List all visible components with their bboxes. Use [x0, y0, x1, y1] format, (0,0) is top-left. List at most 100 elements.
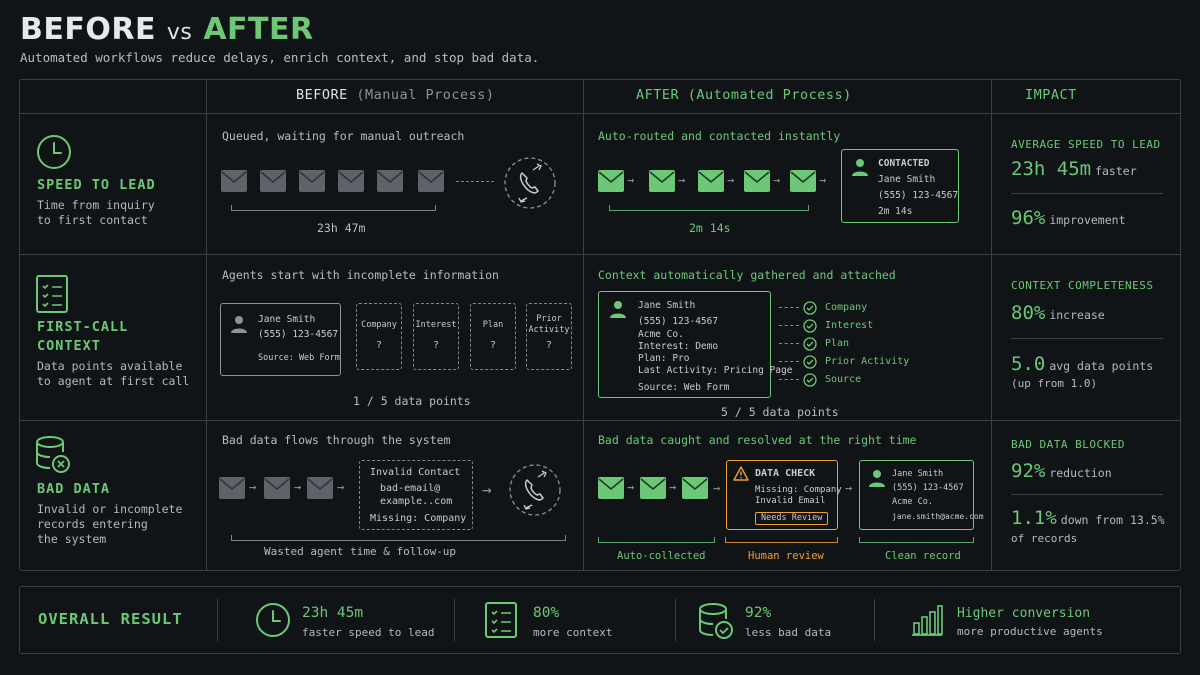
impact-speed-1: 23h 45m faster [1011, 158, 1137, 180]
clock-icon [256, 603, 290, 637]
impact-bad-1: 92% reduction [1011, 460, 1112, 482]
impact-context-label: CONTEXT COMPLETENESS [1011, 279, 1154, 292]
row-title-context-1: FIRST-CALL [37, 319, 129, 335]
row-title-bad: BAD DATA [37, 481, 111, 497]
envelope-icon [221, 170, 247, 192]
row-title-speed: SPEED TO LEAD [37, 177, 156, 193]
person-icon [610, 301, 626, 318]
envelope-icon [260, 170, 286, 192]
contacted-card: CONTACTED Jane Smith (555) 123-4567 2m 1… [841, 149, 959, 223]
person-icon [231, 316, 247, 333]
arrow-icon: → [482, 480, 492, 499]
title-before: BEFORE [20, 12, 156, 47]
speed-after-caption: Auto-routed and contacted instantly [598, 129, 841, 143]
arrow-icon: → [819, 173, 827, 187]
missing-field-box: Plan? [470, 303, 516, 370]
before-contact-card: Jane Smith (555) 123-4567 Source: Web Fo… [220, 303, 341, 376]
wasted-bracket [231, 535, 566, 541]
gathered-field-row: Prior Activity [779, 351, 909, 370]
missing-field-label: Prior Activity [528, 314, 570, 335]
stage-auto-collected: Auto-collected [617, 550, 706, 562]
check-circle-icon [803, 300, 817, 315]
overall-value-3: 92% [745, 605, 772, 621]
check-circle-icon [803, 354, 817, 369]
missing-field-value: ? [376, 340, 382, 351]
arrow-icon: → [727, 173, 735, 187]
stage-bracket-3 [859, 537, 974, 543]
gathered-field-row: Plan [779, 333, 849, 352]
warning-icon [733, 466, 749, 481]
person-icon [852, 159, 868, 176]
envelope-icon [377, 170, 403, 192]
missing-field-box: Prior Activity? [526, 303, 572, 370]
row-desc-context: Data points available to agent at first … [37, 359, 190, 388]
speed-after-time: 2m 14s [689, 221, 731, 235]
stage-bracket-1 [598, 537, 715, 543]
envelope-icon [790, 170, 816, 192]
bad-before-footer: Wasted agent time & follow-up [264, 545, 457, 558]
overall-value-4: Higher conversion [957, 606, 1091, 621]
context-before-count: 1 / 5 data points [353, 394, 471, 408]
gathered-field-label: Source [825, 374, 862, 385]
contacted-name: Jane Smith [878, 174, 936, 185]
missing-field-box: Interest? [413, 303, 459, 370]
arrow-icon: → [627, 173, 635, 187]
clock-icon [37, 135, 71, 169]
overall-label-2: more context [533, 626, 613, 639]
check-circle-icon [803, 372, 817, 387]
check-circle-icon [803, 336, 817, 351]
after-time-bracket [609, 205, 809, 211]
impact-speed-label: AVERAGE SPEED TO LEAD [1011, 138, 1161, 151]
missing-field-value: ? [433, 340, 439, 351]
data-check-card: DATA CHECK Missing: Company Invalid Emai… [726, 460, 842, 530]
database-error-icon [36, 436, 70, 473]
missing-field-value: ? [546, 340, 552, 351]
envelope-icon [264, 477, 290, 499]
arrow-icon: → [249, 480, 257, 494]
envelope-icon [649, 170, 675, 192]
phone-waiting-icon [504, 157, 556, 209]
context-after-count: 5 / 5 data points [721, 405, 839, 419]
row-desc-speed: Time from inquiry to first contact [37, 198, 155, 227]
row-desc-bad: Invalid or incomplete records entering t… [37, 502, 183, 546]
impact-bad-2-sub: of records [1011, 532, 1078, 545]
gathered-field-row: Source [779, 369, 861, 388]
envelope-icon [338, 170, 364, 192]
envelope-icon [640, 477, 666, 499]
contacted-status: CONTACTED [878, 158, 930, 169]
column-header-before: BEFORE (Manual Process) [296, 87, 495, 103]
row-title-context-2: CONTEXT [37, 338, 101, 354]
bar-chart-icon [912, 605, 943, 636]
database-check-icon [699, 603, 733, 639]
column-header-impact: IMPACT [1025, 87, 1077, 103]
arrow-icon: → [678, 173, 686, 187]
bad-after-caption: Bad data caught and resolved at the righ… [598, 433, 917, 447]
context-after-caption: Context automatically gathered and attac… [598, 268, 896, 282]
dashed-connector [456, 181, 494, 182]
envelope-icon [598, 477, 624, 499]
impact-context-1: 80% increase [1011, 302, 1105, 324]
title-after: AFTER [203, 12, 314, 47]
page-subtitle: Automated workflows reduce delays, enric… [20, 50, 540, 65]
arrow-icon: → [294, 480, 302, 494]
speed-before-caption: Queued, waiting for manual outreach [222, 129, 465, 143]
overall-label-3: less bad data [745, 626, 832, 639]
page-title: BEFORE vs AFTER [20, 12, 314, 47]
gathered-field-label: Company [825, 302, 868, 313]
arrow-icon: → [845, 481, 853, 495]
missing-field-label: Interest [415, 320, 457, 330]
gathered-field-row: Company [779, 297, 867, 316]
arrow-icon: → [627, 480, 635, 494]
contacted-time: 2m 14s [878, 206, 913, 217]
stage-bracket-2 [725, 537, 838, 543]
envelope-icon [307, 477, 333, 499]
envelope-icon [299, 170, 325, 192]
phone-waiting-icon [509, 464, 561, 516]
arrow-icon: → [773, 173, 781, 187]
enriched-contact-card: Jane Smith (555) 123-4567 Acme Co. Inter… [598, 291, 792, 398]
overall-value-2: 80% [533, 605, 560, 621]
check-circle-icon [803, 318, 817, 333]
checklist-icon [36, 275, 68, 313]
title-vs: vs [166, 20, 193, 45]
impact-context-2-sub: (up from 1.0) [1011, 377, 1098, 390]
